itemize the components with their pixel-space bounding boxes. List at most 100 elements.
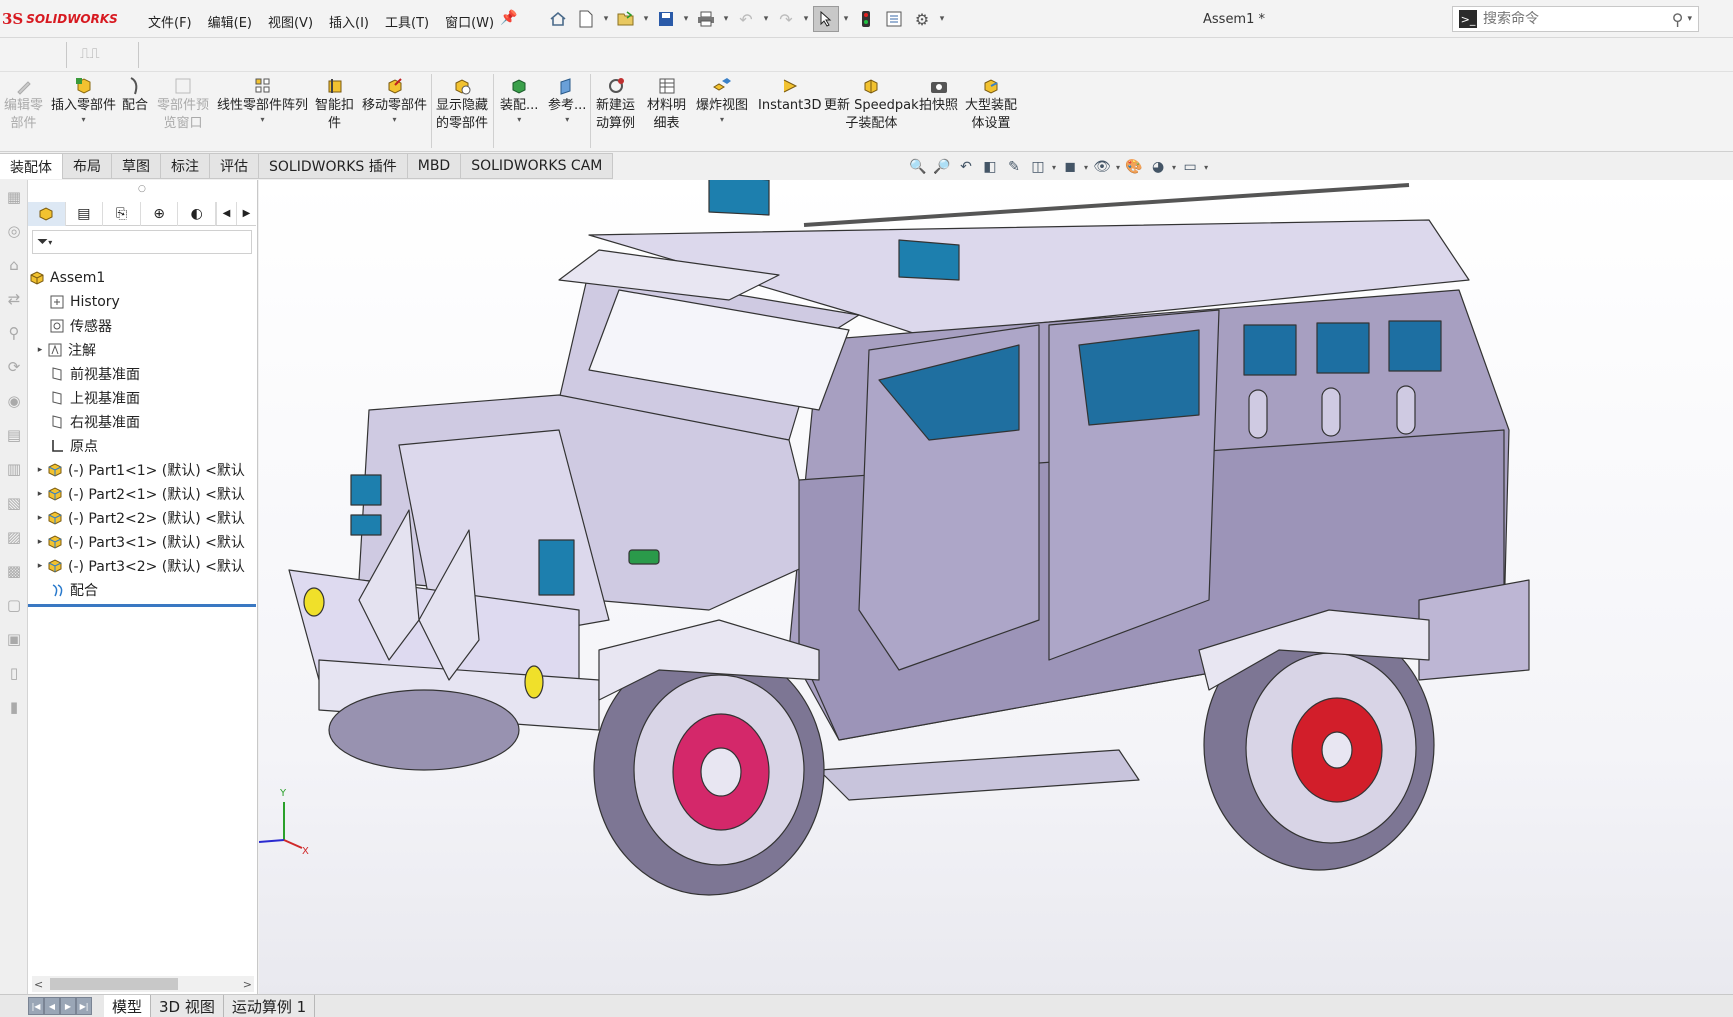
take-snapshot-button[interactable]: 拍快照 <box>919 76 958 115</box>
home-icon[interactable] <box>545 6 571 32</box>
strip-tool-icon[interactable]: ▯ <box>0 656 28 690</box>
tree-node-right-plane[interactable]: 右视基准面 <box>28 410 256 434</box>
hide-show-items-icon[interactable]: 👁 <box>1092 157 1112 177</box>
last-tab-icon[interactable]: ▶| <box>76 997 92 1015</box>
edit-component-button[interactable]: 编辑零 部件 <box>4 76 43 133</box>
tree-node-part3-1[interactable]: ▸ (-) Part3<1> (默认) <默认 <box>28 530 256 554</box>
assembly-features-button[interactable]: 装配... ▾ <box>500 76 538 125</box>
gear-icon[interactable]: ⚙ <box>909 6 935 32</box>
chevron-down-icon[interactable]: ▾ <box>761 14 771 24</box>
display-style-icon[interactable]: ◼ <box>1060 157 1080 177</box>
dynamic-annotation-icon[interactable]: ✎ <box>1004 157 1024 177</box>
tab-mbd[interactable]: MBD <box>407 153 462 179</box>
chevron-down-icon[interactable]: ▾ <box>393 115 397 125</box>
chevron-down-icon[interactable]: ▾ <box>261 115 265 125</box>
scroll-left-icon[interactable]: < <box>34 978 43 991</box>
instant3d-button[interactable]: Instant3D <box>758 76 822 115</box>
edit-appearance-icon[interactable]: 🎨 <box>1124 157 1144 177</box>
strip-tool-icon[interactable]: ▧ <box>0 486 28 520</box>
horizontal-scrollbar[interactable]: < > <box>32 976 254 992</box>
open-folder-icon[interactable] <box>613 6 639 32</box>
search-box[interactable]: >_ ⚲ ▾ <box>1452 6 1699 32</box>
exploded-view-button[interactable]: 爆炸视图 ▾ <box>696 76 748 125</box>
undo-icon[interactable]: ↶ <box>733 6 759 32</box>
save-icon[interactable] <box>653 6 679 32</box>
strip-tool-icon[interactable]: ▨ <box>0 520 28 554</box>
graphics-area[interactable]: Y Z X <box>259 180 1733 994</box>
strip-tool-icon[interactable]: ▢ <box>0 588 28 622</box>
expand-arrow-icon[interactable]: ▸ <box>34 561 46 571</box>
chevron-down-icon[interactable]: ▾ <box>1687 14 1692 24</box>
show-hidden-components-button[interactable]: 显示隐藏 的零部件 <box>436 76 488 133</box>
tree-node-part3-2[interactable]: ▸ (-) Part3<2> (默认) <默认 <box>28 554 256 578</box>
tab-evaluate[interactable]: 评估 <box>210 153 259 179</box>
tab-model[interactable]: 模型 <box>104 995 152 1017</box>
view-settings-icon[interactable]: ▭ <box>1180 157 1200 177</box>
strip-tool-icon[interactable]: ⟳ <box>0 350 28 384</box>
tab-layout[interactable]: 布局 <box>63 153 112 179</box>
strip-tool-icon[interactable]: ⌂ <box>0 248 28 282</box>
chevron-down-icon[interactable]: ▾ <box>641 14 651 24</box>
tab-addins[interactable]: SOLIDWORKS 插件 <box>259 153 408 179</box>
expand-arrow-icon[interactable]: ▸ <box>34 537 46 547</box>
chevron-down-icon[interactable]: ▾ <box>681 14 691 24</box>
file-properties-icon[interactable] <box>881 6 907 32</box>
menu-view[interactable]: 视图(V) <box>260 12 321 31</box>
mate-button[interactable]: 配合 <box>122 76 148 115</box>
print-icon[interactable] <box>693 6 719 32</box>
chevron-down-icon[interactable]: ▾ <box>1204 163 1208 172</box>
smart-fastener-button[interactable]: 智能扣 件 <box>315 76 354 133</box>
chevron-down-icon[interactable]: ▾ <box>801 14 811 24</box>
chevron-down-icon[interactable]: ▾ <box>1172 163 1176 172</box>
dimxpert-tab-icon[interactable]: ⊕ <box>141 202 179 226</box>
chevron-down-icon[interactable]: ▾ <box>721 14 731 24</box>
menu-file[interactable]: 文件(F) <box>140 12 200 31</box>
chevron-down-icon[interactable]: ▾ <box>517 115 521 125</box>
property-manager-tab-icon[interactable]: ▤ <box>66 202 104 226</box>
rollback-bar[interactable] <box>28 604 256 607</box>
tab-motion-study[interactable]: 运动算例 1 <box>223 995 316 1017</box>
chevron-down-icon[interactable]: ▾ <box>720 115 724 125</box>
tree-node-part2-1[interactable]: ▸ (-) Part2<1> (默认) <默认 <box>28 482 256 506</box>
tab-markup[interactable]: 标注 <box>161 153 210 179</box>
tree-root[interactable]: Assem1 <box>28 266 256 290</box>
strip-tool-icon[interactable]: ⚲ <box>0 316 28 350</box>
panel-grip-icon[interactable]: ○ <box>138 184 146 194</box>
chevron-down-icon[interactable]: ▾ <box>937 14 947 24</box>
select-pointer-icon[interactable] <box>813 6 839 32</box>
tab-scroll-left-icon[interactable]: ◀ <box>216 202 236 225</box>
search-icon[interactable]: ⚲ <box>1672 10 1684 29</box>
strip-tool-icon[interactable]: ▮ <box>0 690 28 724</box>
strip-tool-icon[interactable]: ▥ <box>0 452 28 486</box>
insert-component-button[interactable]: 插入零部件 ▾ <box>51 76 116 125</box>
tree-node-part1-1[interactable]: ▸ (-) Part1<1> (默认) <默认 <box>28 458 256 482</box>
tree-filter[interactable]: ⏷ ▾ <box>32 230 252 254</box>
large-assembly-settings-button[interactable]: 大型装配 体设置 <box>965 76 1017 133</box>
menu-window[interactable]: 窗口(W) <box>437 12 502 31</box>
search-input[interactable] <box>1483 11 1672 27</box>
chevron-down-icon[interactable]: ▾ <box>1084 163 1088 172</box>
strip-tool-icon[interactable]: ⇄ <box>0 282 28 316</box>
tree-node-history[interactable]: History <box>28 290 256 314</box>
tree-node-top-plane[interactable]: 上视基准面 <box>28 386 256 410</box>
apply-scene-icon[interactable]: ◕ <box>1148 157 1168 177</box>
linear-pattern-button[interactable]: 线性零部件阵列 ▾ <box>217 76 308 125</box>
update-speedpak-button[interactable]: 更新 Speedpak 子装配体 <box>824 76 919 133</box>
new-motion-study-button[interactable]: 新建运 动算例 <box>596 76 635 133</box>
next-tab-icon[interactable]: ▶ <box>60 997 76 1015</box>
chevron-down-icon[interactable]: ▾ <box>601 14 611 24</box>
section-view-icon[interactable]: ◧ <box>980 157 1000 177</box>
expand-arrow-icon[interactable]: ▸ <box>34 345 46 355</box>
tree-node-mates[interactable]: 配合 <box>28 578 256 602</box>
bill-of-materials-button[interactable]: 材料明 细表 <box>647 76 686 133</box>
chevron-down-icon[interactable]: ▾ <box>82 115 86 125</box>
scrollbar-thumb[interactable] <box>50 978 178 990</box>
chevron-down-icon[interactable]: ▾ <box>565 115 569 125</box>
tree-node-front-plane[interactable]: 前视基准面 <box>28 362 256 386</box>
tree-node-sensors[interactable]: 传感器 <box>28 314 256 338</box>
zoom-to-fit-icon[interactable]: 🔍 <box>908 157 928 177</box>
strip-tool-icon[interactable]: ◎ <box>0 214 28 248</box>
preview-window-button[interactable]: 零部件预 览窗口 <box>157 76 209 133</box>
chevron-down-icon[interactable]: ▾ <box>1116 163 1120 172</box>
rebuild-traffic-light-icon[interactable] <box>853 6 879 32</box>
